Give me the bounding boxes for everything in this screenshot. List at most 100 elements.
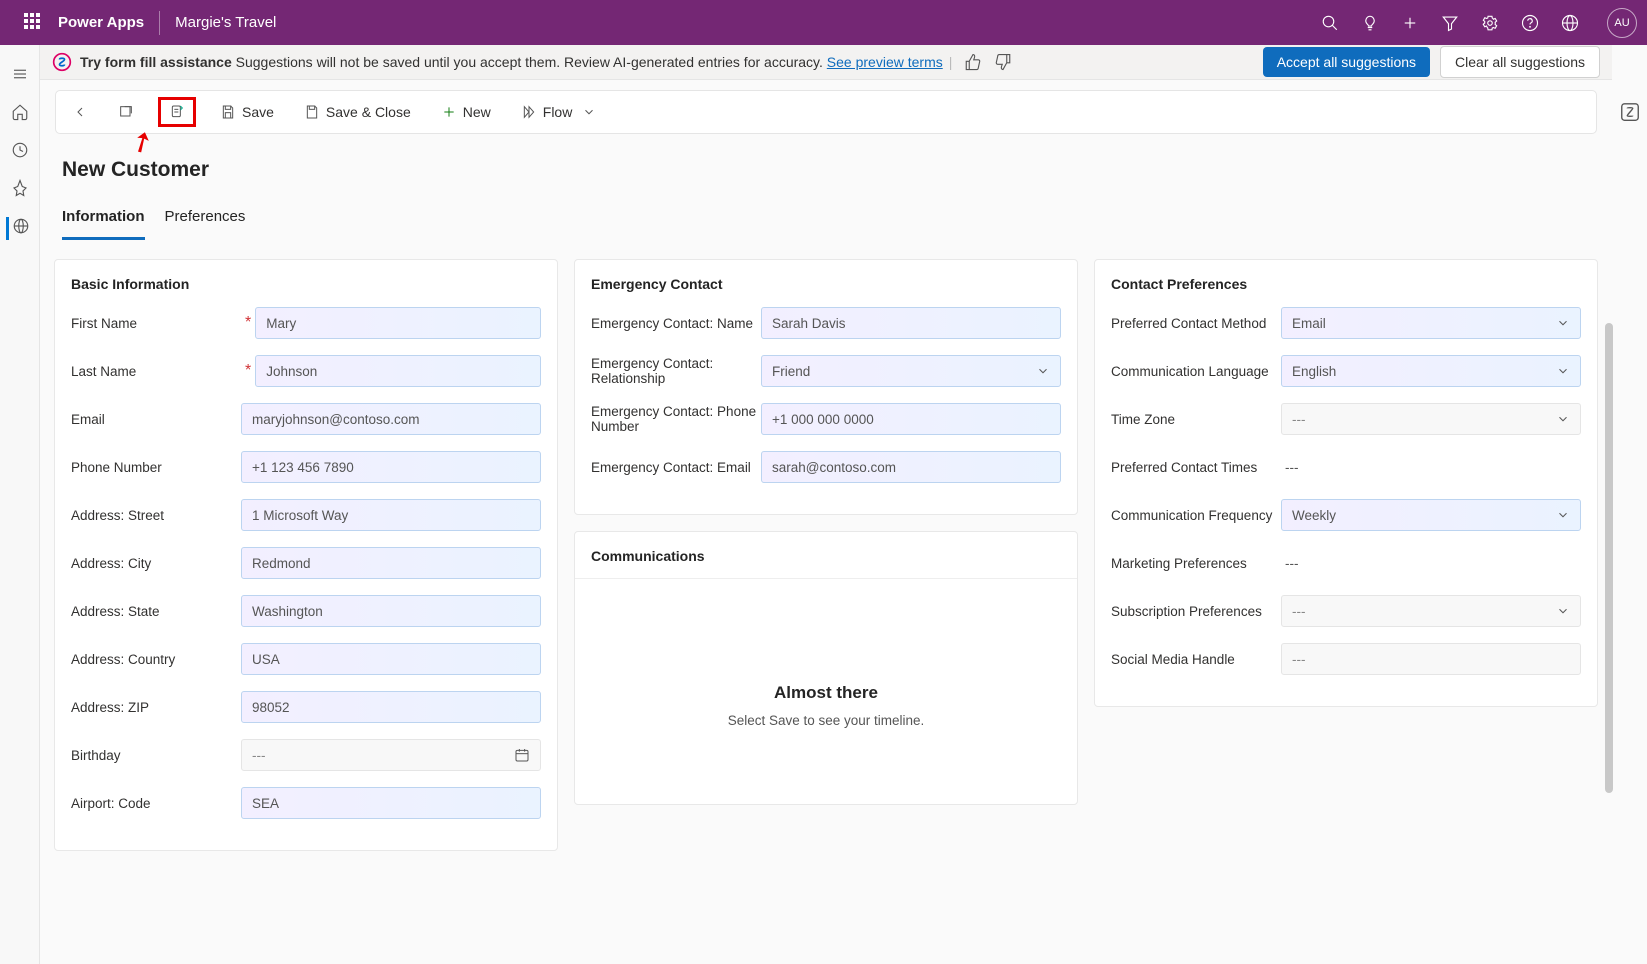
clear-all-button[interactable]: Clear all suggestions bbox=[1440, 46, 1600, 78]
calendar-icon[interactable] bbox=[514, 747, 530, 763]
pref-method-select[interactable]: Email bbox=[1281, 307, 1581, 339]
first-name-label: First Name bbox=[71, 316, 137, 331]
filter-icon[interactable] bbox=[1441, 14, 1459, 32]
state-input[interactable]: Washington bbox=[241, 595, 541, 627]
city-input[interactable]: Redmond bbox=[241, 547, 541, 579]
app-launcher-icon[interactable] bbox=[24, 13, 44, 33]
chevron-down-icon bbox=[1556, 412, 1570, 426]
pref-tz-label: Time Zone bbox=[1111, 412, 1281, 427]
birthday-input[interactable]: --- bbox=[241, 739, 541, 771]
pref-social-input[interactable]: --- bbox=[1281, 643, 1581, 675]
chevron-down-icon bbox=[1556, 508, 1570, 522]
section-title: Emergency Contact bbox=[591, 276, 1061, 292]
section-title: Contact Preferences bbox=[1111, 276, 1581, 292]
open-new-button[interactable] bbox=[112, 100, 140, 124]
pref-mkt-label: Marketing Preferences bbox=[1111, 556, 1281, 571]
user-avatar[interactable]: AU bbox=[1607, 8, 1637, 38]
pref-tz-select[interactable]: --- bbox=[1281, 403, 1581, 435]
tab-information[interactable]: Information bbox=[62, 208, 145, 240]
state-label: Address: State bbox=[71, 604, 241, 619]
pref-lang-select[interactable]: English bbox=[1281, 355, 1581, 387]
pref-sub-select[interactable]: --- bbox=[1281, 595, 1581, 627]
vertical-scrollbar[interactable] bbox=[1605, 125, 1613, 964]
pref-times-label: Preferred Contact Times bbox=[1111, 460, 1281, 475]
product-name: Power Apps bbox=[58, 14, 144, 31]
save-close-button[interactable]: Save & Close bbox=[298, 100, 417, 124]
ec-name-label: Emergency Contact: Name bbox=[591, 316, 761, 331]
save-button[interactable]: Save bbox=[214, 100, 280, 124]
tab-preferences[interactable]: Preferences bbox=[165, 208, 246, 240]
airport-label: Airport: Code bbox=[71, 796, 241, 811]
chevron-down-icon bbox=[1556, 604, 1570, 618]
communications-section: Communications Almost there Select Save … bbox=[574, 531, 1078, 805]
separator bbox=[159, 11, 160, 35]
basic-info-section: Basic Information First Name*Mary Last N… bbox=[54, 259, 558, 851]
phone-label: Phone Number bbox=[71, 460, 241, 475]
command-bar: ➚ Save Save & Close New Flow bbox=[55, 90, 1597, 134]
new-button[interactable]: New bbox=[435, 100, 497, 124]
email-input[interactable]: maryjohnson@contoso.com bbox=[241, 403, 541, 435]
divider bbox=[575, 578, 1077, 579]
menu-icon[interactable] bbox=[11, 65, 29, 83]
flow-button[interactable]: Flow bbox=[515, 100, 603, 124]
airport-input[interactable]: SEA bbox=[241, 787, 541, 819]
pref-times-value[interactable]: --- bbox=[1281, 460, 1581, 475]
home-icon[interactable] bbox=[11, 103, 29, 121]
globe-rail-icon[interactable] bbox=[12, 217, 30, 235]
chevron-down-icon bbox=[1036, 364, 1050, 378]
ec-phone-input[interactable]: +1 000 000 0000 bbox=[761, 403, 1061, 435]
preview-terms-link[interactable]: See preview terms bbox=[827, 54, 943, 70]
chevron-down-icon bbox=[1556, 316, 1570, 330]
pin-icon[interactable] bbox=[11, 179, 29, 197]
form-tabs: Information Preferences bbox=[40, 182, 1612, 241]
banner-text: Try form fill assistance Suggestions wil… bbox=[80, 54, 943, 70]
recent-icon[interactable] bbox=[11, 141, 29, 159]
empty-state-subtitle: Select Save to see your timeline. bbox=[728, 713, 925, 728]
global-header: Power Apps Margie's Travel AU bbox=[0, 0, 1647, 45]
copilot-panel-icon[interactable] bbox=[1619, 101, 1641, 123]
thumbs-up-icon[interactable] bbox=[964, 53, 982, 71]
form-fill-highlighted-button[interactable] bbox=[158, 97, 196, 127]
last-name-label: Last Name bbox=[71, 364, 136, 379]
app-name: Margie's Travel bbox=[175, 14, 276, 31]
section-title: Communications bbox=[591, 548, 1061, 564]
country-label: Address: Country bbox=[71, 652, 241, 667]
last-name-input[interactable]: Johnson bbox=[255, 355, 541, 387]
contact-preferences-section: Contact Preferences Preferred Contact Me… bbox=[1094, 259, 1598, 707]
accept-all-button[interactable]: Accept all suggestions bbox=[1263, 47, 1430, 77]
help-icon[interactable] bbox=[1521, 14, 1539, 32]
pref-social-label: Social Media Handle bbox=[1111, 652, 1281, 667]
ec-email-input[interactable]: sarah@contoso.com bbox=[761, 451, 1061, 483]
lightbulb-icon[interactable] bbox=[1361, 14, 1379, 32]
pref-mkt-value[interactable]: --- bbox=[1281, 556, 1581, 571]
street-input[interactable]: 1 Microsoft Way bbox=[241, 499, 541, 531]
page-title: New Customer bbox=[62, 158, 1590, 182]
back-button[interactable] bbox=[66, 100, 94, 124]
pref-freq-label: Communication Frequency bbox=[1111, 508, 1281, 523]
ec-rel-select[interactable]: Friend bbox=[761, 355, 1061, 387]
search-icon[interactable] bbox=[1321, 14, 1339, 32]
zip-label: Address: ZIP bbox=[71, 700, 241, 715]
ec-name-input[interactable]: Sarah Davis bbox=[761, 307, 1061, 339]
section-title: Basic Information bbox=[71, 276, 541, 292]
copilot-icon bbox=[52, 52, 72, 72]
zip-input[interactable]: 98052 bbox=[241, 691, 541, 723]
birthday-label: Birthday bbox=[71, 748, 241, 763]
plus-icon[interactable] bbox=[1401, 14, 1419, 32]
first-name-input[interactable]: Mary bbox=[255, 307, 541, 339]
ai-assist-banner: Try form fill assistance Suggestions wil… bbox=[40, 45, 1612, 80]
pref-freq-select[interactable]: Weekly bbox=[1281, 499, 1581, 531]
left-nav-rail bbox=[0, 45, 40, 964]
street-label: Address: Street bbox=[71, 508, 241, 523]
phone-input[interactable]: +1 123 456 7890 bbox=[241, 451, 541, 483]
pref-sub-label: Subscription Preferences bbox=[1111, 604, 1281, 619]
empty-state-title: Almost there bbox=[774, 683, 878, 703]
pref-lang-label: Communication Language bbox=[1111, 364, 1281, 379]
pref-method-label: Preferred Contact Method bbox=[1111, 316, 1281, 331]
gear-icon[interactable] bbox=[1481, 14, 1499, 32]
city-label: Address: City bbox=[71, 556, 241, 571]
thumbs-down-icon[interactable] bbox=[994, 53, 1012, 71]
country-input[interactable]: USA bbox=[241, 643, 541, 675]
globe-icon[interactable] bbox=[1561, 14, 1579, 32]
ec-rel-label: Emergency Contact: Relationship bbox=[591, 356, 761, 386]
